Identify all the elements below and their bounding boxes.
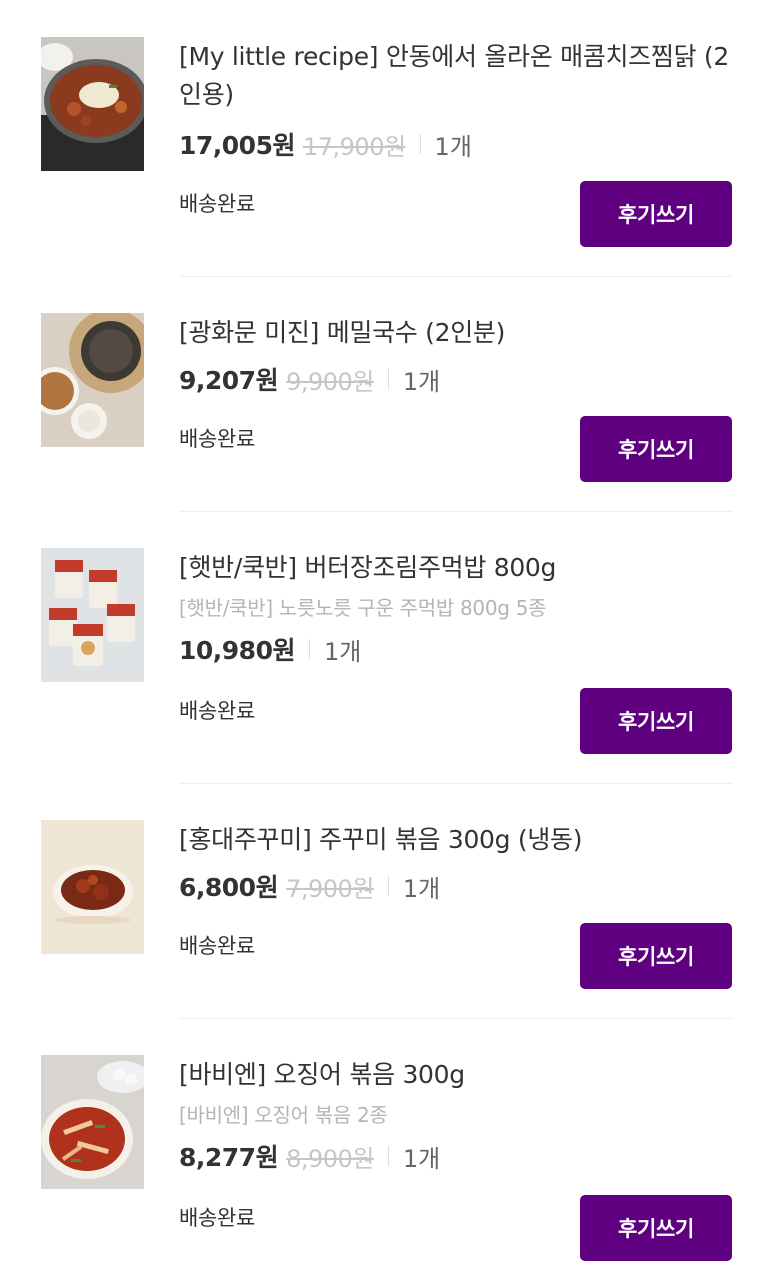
product-title[interactable]: [홍대주꾸미] 주꾸미 볶음 300g (냉동)	[179, 821, 734, 859]
order-item: [홍대주꾸미] 주꾸미 볶음 300g (냉동) 6,800원 7,900원 1…	[0, 785, 773, 1020]
quantity: 1개	[323, 637, 362, 666]
quantity: 1개	[402, 367, 441, 396]
original-price: 9,900원	[286, 367, 374, 396]
price-row: 6,800원 7,900원 1개	[179, 868, 440, 904]
delivery-status: 배송완료	[179, 192, 256, 216]
product-image-stir-fried-squid	[41, 1055, 144, 1189]
write-review-button[interactable]: 후기쓰기	[580, 923, 732, 989]
order-item: [바비엔] 오징어 볶음 300g [바비엔] 오징어 볶음 2종 8,277원…	[0, 1020, 773, 1281]
product-thumbnail[interactable]	[41, 37, 144, 171]
product-thumbnail[interactable]	[41, 548, 144, 682]
original-price: 17,900원	[302, 132, 406, 161]
item-divider	[179, 511, 733, 512]
divider-bar	[308, 639, 310, 659]
write-review-button[interactable]: 후기쓰기	[580, 1195, 732, 1261]
product-title[interactable]: [My little recipe] 안동에서 올라온 매콤치즈찜닭 (2인용)	[179, 38, 734, 114]
price-row: 8,277원 8,900원 1개	[179, 1138, 440, 1174]
order-item: [광화문 미진] 메밀국수 (2인분) 9,207원 9,900원 1개 배송완…	[0, 278, 773, 513]
product-image-rice-ball-packages	[41, 548, 144, 682]
original-price: 7,900원	[286, 874, 374, 903]
quantity: 1개	[402, 874, 441, 903]
divider-bar	[387, 1146, 389, 1166]
price-row: 17,005원 17,900원 1개	[179, 126, 472, 162]
sale-price: 6,800원	[179, 873, 279, 902]
product-image-buckwheat-noodles	[41, 313, 144, 447]
product-thumbnail[interactable]	[41, 313, 144, 447]
price-row: 10,980원 1개	[179, 631, 361, 667]
order-item: [햇반/쿡반] 버터장조림주먹밥 800g [햇반/쿡반] 노릇노릇 구운 주먹…	[0, 513, 773, 785]
product-option: [바비엔] 오징어 볶음 2종	[179, 1103, 388, 1127]
item-divider	[179, 783, 733, 784]
product-title[interactable]: [광화문 미진] 메밀국수 (2인분)	[179, 314, 734, 352]
item-divider	[179, 276, 733, 277]
order-item-list: [My little recipe] 안동에서 올라온 매콤치즈찜닭 (2인용)…	[0, 0, 773, 1281]
product-image-spicy-webfoot-octopus	[41, 820, 144, 954]
product-title[interactable]: [바비엔] 오징어 볶음 300g	[179, 1056, 734, 1094]
quantity: 1개	[402, 1144, 441, 1173]
product-image-braised-chicken	[41, 37, 144, 171]
order-item: [My little recipe] 안동에서 올라온 매콤치즈찜닭 (2인용)…	[0, 0, 773, 278]
quantity: 1개	[434, 132, 472, 161]
divider-bar	[387, 876, 389, 896]
product-thumbnail[interactable]	[41, 820, 144, 954]
delivery-status: 배송완료	[179, 699, 256, 723]
write-review-button[interactable]: 후기쓰기	[580, 416, 732, 482]
product-option: [햇반/쿡반] 노릇노릇 구운 주먹밥 800g 5종	[179, 596, 547, 620]
sale-price: 9,207원	[179, 366, 279, 395]
delivery-status: 배송완료	[179, 427, 256, 451]
sale-price: 8,277원	[179, 1143, 279, 1172]
write-review-button[interactable]: 후기쓰기	[580, 688, 732, 754]
original-price: 8,900원	[286, 1144, 374, 1173]
write-review-button[interactable]: 후기쓰기	[580, 181, 732, 247]
product-thumbnail[interactable]	[41, 1055, 144, 1189]
item-divider	[179, 1018, 733, 1019]
divider-bar	[419, 134, 421, 154]
product-title[interactable]: [햇반/쿡반] 버터장조림주먹밥 800g	[179, 549, 734, 587]
delivery-status: 배송완료	[179, 1206, 256, 1230]
sale-price: 17,005원	[179, 131, 295, 160]
delivery-status: 배송완료	[179, 934, 256, 958]
sale-price: 10,980원	[179, 636, 295, 665]
divider-bar	[387, 369, 389, 389]
price-row: 9,207원 9,900원 1개	[179, 361, 440, 397]
